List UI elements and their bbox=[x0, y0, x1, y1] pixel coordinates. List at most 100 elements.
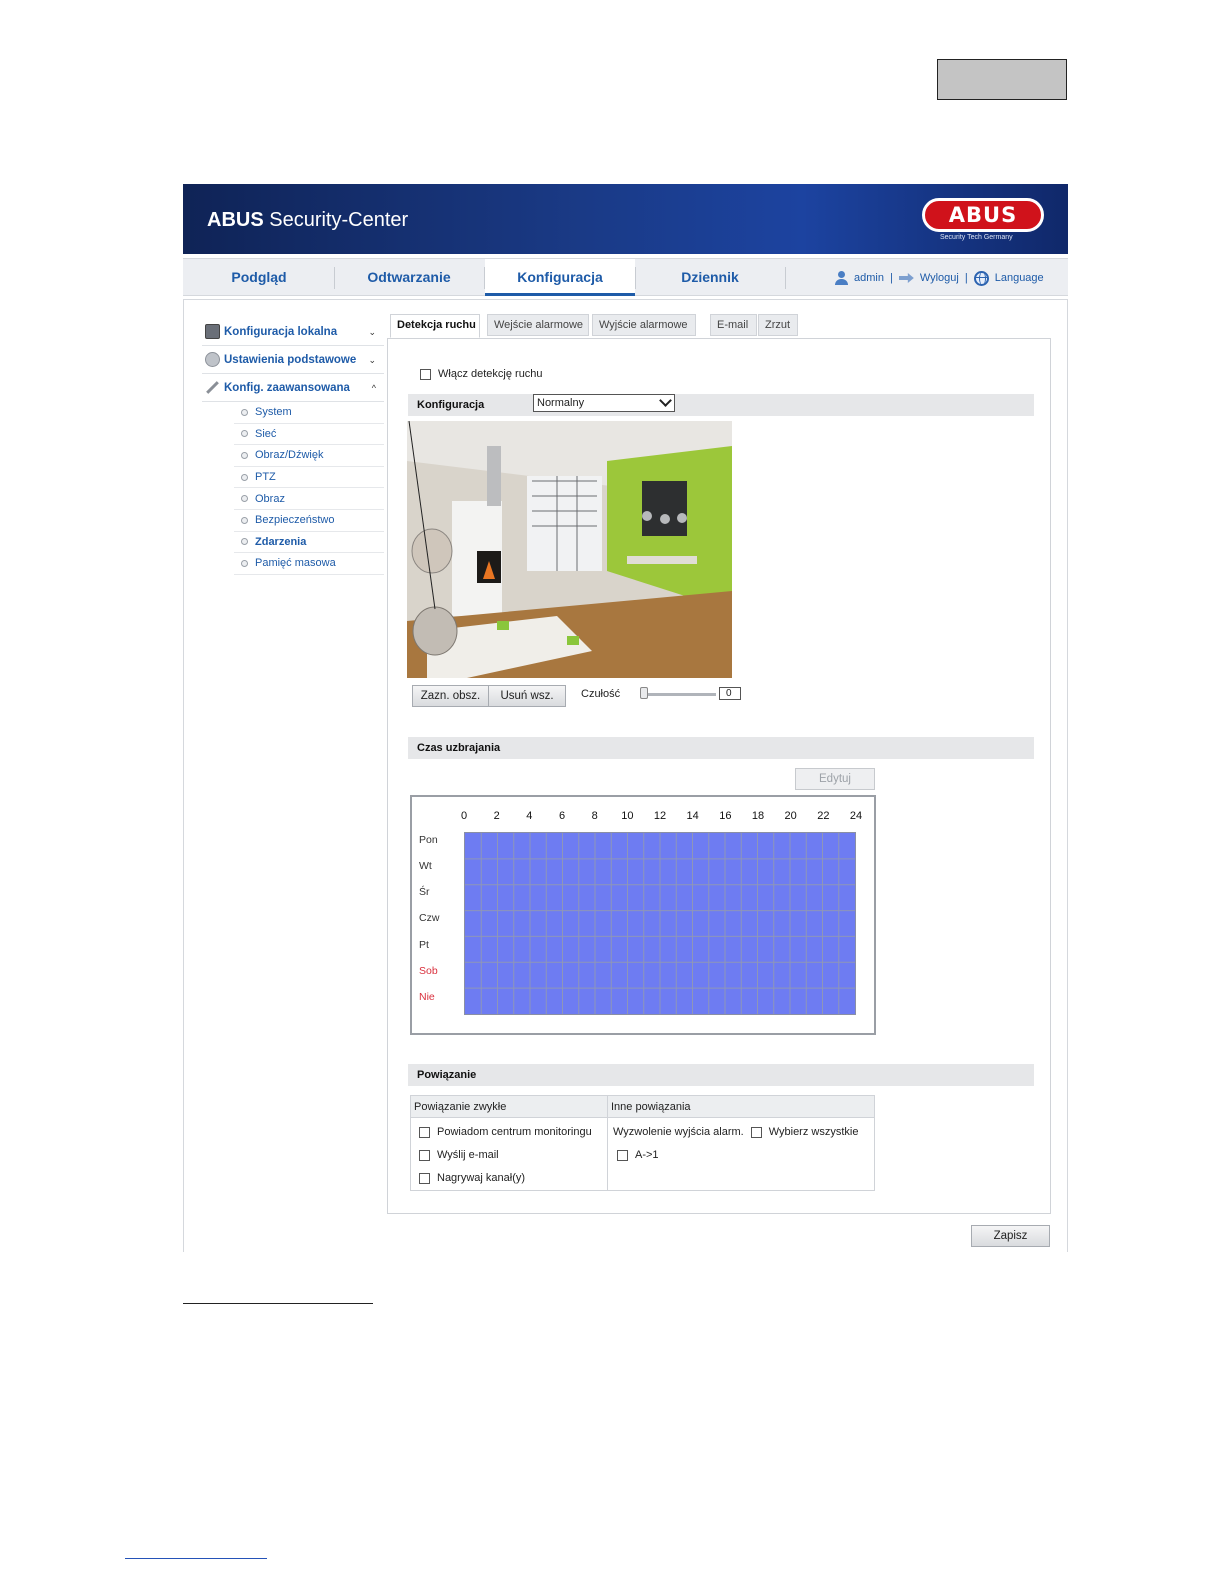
bullet-icon bbox=[241, 408, 248, 416]
enable-motion-row[interactable]: Włącz detekcję ruchu bbox=[420, 368, 543, 380]
sensitivity-label: Czułość bbox=[581, 688, 621, 700]
send-email-label: Wyślij e-mail bbox=[437, 1149, 499, 1161]
monitor-icon bbox=[205, 324, 220, 339]
send-email-row[interactable]: Wyślij e-mail bbox=[419, 1149, 499, 1161]
bullet-icon bbox=[241, 473, 248, 481]
content-frame: Konfiguracja lokalna ⌄ Ustawienia podsta… bbox=[183, 299, 1068, 1252]
logout-icon bbox=[898, 273, 914, 283]
tab-dziennik[interactable]: Dziennik bbox=[635, 259, 785, 296]
sidebar-item-label: PTZ bbox=[255, 471, 276, 484]
separator-pipe: | bbox=[889, 272, 893, 284]
sidebar-item-ptz[interactable]: PTZ bbox=[234, 467, 384, 489]
nav-separator bbox=[785, 267, 786, 289]
sidebar-item-image[interactable]: Obraz bbox=[234, 488, 384, 510]
sidebar-group-local-config[interactable]: Konfiguracja lokalna ⌄ bbox=[202, 318, 384, 346]
output-a1-checkbox[interactable] bbox=[617, 1149, 628, 1161]
tab-alarm-output[interactable]: Wyjście alarmowe bbox=[592, 314, 696, 336]
hour-label: 16 bbox=[719, 810, 732, 822]
day-label: Wt bbox=[419, 860, 432, 873]
sidebar-group-basic-settings[interactable]: Ustawienia podstawowe ⌄ bbox=[202, 346, 384, 374]
tab-odtwarzanie[interactable]: Odtwarzanie bbox=[334, 259, 484, 296]
sidebar-group-label: Ustawienia podstawowe bbox=[224, 353, 357, 366]
output-a1-row[interactable]: A->1 bbox=[617, 1149, 659, 1161]
output-a1-label: A->1 bbox=[635, 1149, 659, 1161]
select-all-checkbox[interactable] bbox=[750, 1126, 762, 1138]
other-linkage-header: Inne powiązania bbox=[608, 1096, 874, 1118]
tab-alarm-input[interactable]: Wejście alarmowe bbox=[487, 314, 589, 336]
brand-title: ABUS Security-Center bbox=[207, 209, 409, 231]
enable-motion-checkbox[interactable] bbox=[420, 368, 431, 380]
sidebar-item-label: Bezpieczeństwo bbox=[255, 514, 335, 527]
chevron-down-icon: ⌄ bbox=[368, 355, 376, 365]
chevron-down-icon: ⌄ bbox=[368, 327, 376, 337]
sidebar-item-label: System bbox=[255, 406, 292, 419]
logout-link[interactable]: Wyloguj bbox=[920, 272, 959, 284]
tab-podglad[interactable]: Podgląd bbox=[184, 259, 334, 296]
tab-snapshot[interactable]: Zrzut bbox=[758, 314, 798, 336]
sidebar-item-storage[interactable]: Pamięć masowa bbox=[234, 553, 384, 575]
settings-icon bbox=[205, 352, 220, 367]
bullet-icon bbox=[241, 559, 248, 567]
username-link[interactable]: admin bbox=[854, 272, 884, 284]
user-icon bbox=[835, 271, 848, 285]
separator-pipe: | bbox=[964, 272, 968, 284]
chevron-up-icon: ^ bbox=[371, 383, 376, 393]
sidebar-item-security[interactable]: Bezpieczeństwo bbox=[234, 510, 384, 532]
sidebar-item-label: Pamięć masowa bbox=[255, 557, 336, 570]
language-link[interactable]: Language bbox=[995, 272, 1044, 284]
hour-label: 20 bbox=[784, 810, 797, 822]
sidebar-item-image-sound[interactable]: Obraz/Dźwięk bbox=[234, 445, 384, 467]
hour-label: 14 bbox=[686, 810, 699, 822]
tab-motion-detection[interactable]: Detekcja ruchu bbox=[390, 314, 480, 338]
sidebar-item-events[interactable]: Zdarzenia bbox=[234, 532, 384, 554]
schedule-title: Czas uzbrajania bbox=[417, 742, 501, 754]
schedule-bar: Czas uzbrajania bbox=[408, 737, 1034, 759]
save-button[interactable]: Zapisz bbox=[971, 1225, 1050, 1247]
hour-label: 0 bbox=[460, 810, 468, 822]
table-divider bbox=[607, 1096, 608, 1190]
config-select[interactable]: Normalny bbox=[533, 394, 675, 412]
schedule-grid[interactable] bbox=[464, 832, 856, 1015]
sidebar-item-network[interactable]: Sieć bbox=[234, 424, 384, 446]
record-channel-row[interactable]: Nagrywaj kanał(y) bbox=[419, 1172, 525, 1184]
config-label: Konfiguracja bbox=[417, 399, 485, 411]
bullet-icon bbox=[241, 451, 248, 459]
bullet-icon bbox=[241, 430, 248, 438]
send-email-checkbox[interactable] bbox=[419, 1149, 430, 1161]
tab-konfiguracja[interactable]: Konfiguracja bbox=[485, 259, 635, 296]
day-label: Pt bbox=[419, 938, 429, 951]
sensitivity-slider-handle[interactable] bbox=[640, 687, 648, 699]
tab-email[interactable]: E-mail bbox=[710, 314, 757, 336]
sensitivity-slider[interactable] bbox=[644, 693, 716, 696]
notify-center-row[interactable]: Powiadom centrum monitoringu bbox=[419, 1126, 592, 1138]
camera-image bbox=[407, 421, 732, 678]
bullet-icon bbox=[241, 538, 248, 546]
sidebar-group-advanced-config[interactable]: Konfig. zaawansowana ^ bbox=[202, 374, 384, 402]
main-nav: Podgląd Odtwarzanie Konfiguracja Dzienni… bbox=[183, 258, 1068, 296]
clear-all-button[interactable]: Usuń wsz. bbox=[488, 685, 566, 707]
bullet-icon bbox=[241, 495, 248, 503]
banner: ABUS Security-Center ABUS Security Tech … bbox=[183, 184, 1068, 254]
camera-preview[interactable] bbox=[407, 421, 732, 678]
record-channel-checkbox[interactable] bbox=[419, 1172, 430, 1184]
day-label: Sob bbox=[419, 964, 438, 977]
footnote-separator bbox=[183, 1303, 373, 1304]
sidebar-item-label: Obraz bbox=[255, 492, 285, 505]
linkage-title: Powiązanie bbox=[417, 1069, 477, 1081]
draw-area-button[interactable]: Zazn. obsz. bbox=[412, 685, 489, 707]
hour-label: 10 bbox=[621, 810, 634, 822]
sensitivity-value: 0 bbox=[719, 687, 741, 700]
motion-detection-panel: Włącz detekcję ruchu Konfiguracja Normal… bbox=[387, 338, 1051, 1214]
wrench-icon bbox=[205, 380, 220, 395]
linkage-table: Powiązanie zwykłe Inne powiązania Powiad… bbox=[410, 1095, 875, 1191]
sidebar-item-system[interactable]: System bbox=[234, 402, 384, 424]
config-bar: Konfiguracja bbox=[408, 394, 1034, 416]
day-label: Pon bbox=[419, 834, 438, 846]
bullet-icon bbox=[241, 516, 248, 524]
logo-tagline: Security Tech Germany bbox=[940, 234, 1013, 241]
record-channel-label: Nagrywaj kanał(y) bbox=[437, 1172, 526, 1184]
notify-center-checkbox[interactable] bbox=[419, 1126, 430, 1138]
config-select-value: Normalny bbox=[537, 397, 585, 409]
edit-schedule-button[interactable]: Edytuj bbox=[795, 768, 875, 790]
hour-label: 4 bbox=[526, 810, 533, 822]
